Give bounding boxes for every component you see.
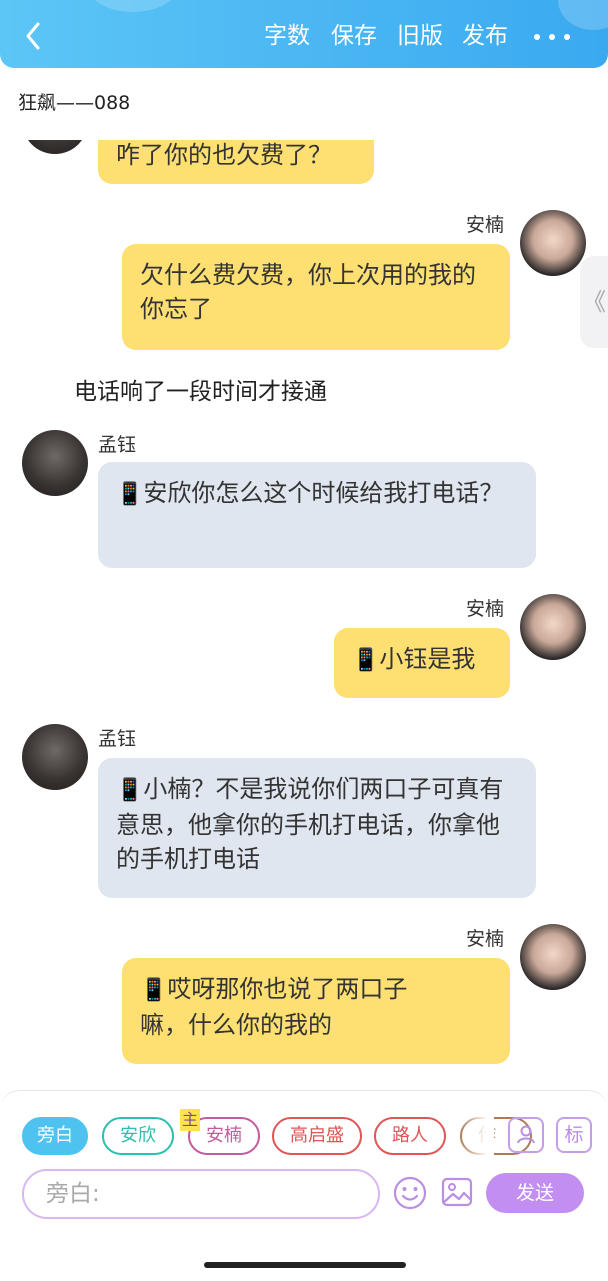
- narration-line[interactable]: 电话响了一段时间才接通: [74, 372, 327, 406]
- smiley-icon: [393, 1176, 427, 1210]
- top-toolbar: 字数 保存 旧版 发布: [0, 0, 608, 68]
- old-version-button[interactable]: 旧版: [397, 18, 443, 54]
- emoji-button[interactable]: [392, 1175, 428, 1211]
- role-chip-gaoqisheng[interactable]: 高启盛: [272, 1117, 362, 1155]
- role-chip-annan[interactable]: 主 安楠: [180, 1109, 260, 1155]
- save-button[interactable]: 保存: [331, 18, 377, 54]
- avatar[interactable]: [520, 594, 586, 660]
- image-icon: [441, 1177, 473, 1207]
- avatar[interactable]: [22, 430, 88, 496]
- main-role-badge: 主: [180, 1109, 201, 1131]
- message-text: 欠什么费欠费，你上次用的我的你忘了: [140, 261, 476, 323]
- back-chevron-icon: [26, 22, 40, 50]
- back-button[interactable]: [18, 18, 50, 54]
- speaker-name: 孟钰: [98, 434, 137, 456]
- document-title: 狂飙——088: [18, 92, 131, 114]
- composer-panel: 旁白 安欣 主 安楠 高启盛 路人 作 标 旁白: 发送: [0, 1090, 608, 1281]
- message-bubble[interactable]: 📱小楠？不是我说你们两口子可真有意思，他拿你的手机打电话，你拿他的手机打电话: [98, 758, 536, 898]
- message-text: 小钰是我: [379, 645, 476, 673]
- message-text: 安欣你怎么这个时候给我打电话？: [143, 479, 504, 507]
- more-options-button[interactable]: [532, 18, 572, 54]
- message-text: 小楠？不是我说你们两口子可真有意思，他拿你的手机打电话，你拿他的手机打电话: [116, 775, 504, 873]
- role-chip-narrator[interactable]: 旁白: [22, 1117, 88, 1155]
- person-card-icon: [517, 1125, 535, 1144]
- speaker-name: 孟钰: [98, 728, 137, 750]
- message-bubble[interactable]: 欠什么费欠费，你上次用的我的你忘了: [122, 244, 510, 350]
- role-chip-anxin[interactable]: 安欣: [102, 1117, 174, 1155]
- send-button[interactable]: 发送: [486, 1173, 584, 1213]
- word-count-button[interactable]: 字数: [264, 18, 310, 54]
- message-bubble[interactable]: 📱小钰是我: [334, 628, 510, 698]
- dot: [549, 34, 555, 40]
- message-bubble[interactable]: 📱哎呀那你也说了两口子嘛，什么你的我的: [122, 958, 510, 1064]
- chips-fade: [460, 1111, 494, 1161]
- avatar[interactable]: [22, 724, 88, 790]
- decor-circle: [88, 0, 178, 12]
- message-text: 咋了你的也欠费了？: [116, 141, 332, 169]
- avatar[interactable]: [520, 210, 586, 276]
- character-manage-button[interactable]: [508, 1117, 544, 1153]
- speaker-name: 安楠: [466, 928, 505, 950]
- tag-button[interactable]: 标: [556, 1117, 592, 1153]
- image-button[interactable]: [440, 1175, 474, 1209]
- home-indicator: [204, 1262, 406, 1268]
- speaker-name: 安楠: [466, 598, 505, 620]
- message-bubble[interactable]: 咋了你的也欠费了？: [98, 140, 374, 184]
- role-chip-passerby[interactable]: 路人: [374, 1117, 446, 1155]
- side-drawer-tab[interactable]: 《: [580, 256, 608, 348]
- dot: [534, 34, 540, 40]
- avatar[interactable]: [22, 140, 88, 154]
- phone-icon: 📱: [116, 778, 144, 803]
- message-text: 哎呀那你也说了两口子嘛，什么你的我的: [140, 975, 408, 1039]
- avatar[interactable]: [520, 924, 586, 990]
- speaker-name: 安楠: [466, 214, 505, 236]
- message-input[interactable]: 旁白:: [22, 1169, 380, 1219]
- dot: [564, 34, 570, 40]
- phone-icon: 📱: [140, 978, 168, 1003]
- role-chip-label: 安楠: [206, 1125, 242, 1146]
- phone-icon: 📱: [352, 648, 380, 673]
- phone-icon: 📱: [116, 482, 144, 507]
- message-bubble[interactable]: 📱安欣你怎么这个时候给我打电话？: [98, 462, 536, 568]
- publish-button[interactable]: 发布: [462, 18, 508, 54]
- chat-area[interactable]: 咋了你的也欠费了？ 安楠 欠什么费欠费，你上次用的我的你忘了 电话响了一段时间才…: [0, 140, 608, 1090]
